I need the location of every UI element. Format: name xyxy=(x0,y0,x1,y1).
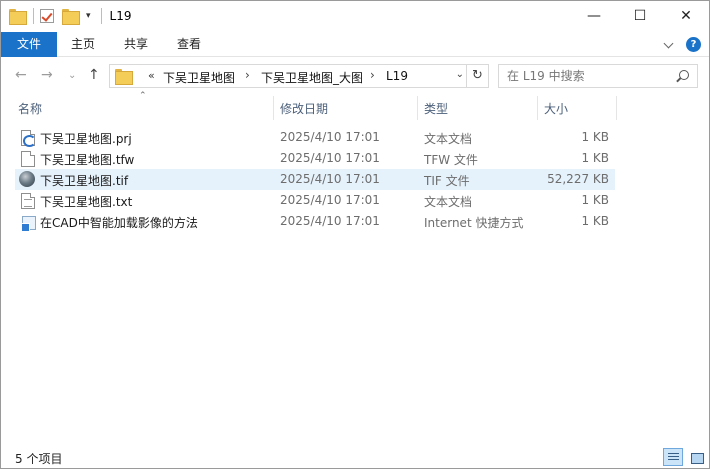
file-row[interactable]: 下吴卫星地图.tfw 2025/4/10 17:01 TFW 文件 1 KB xyxy=(15,148,615,169)
new-folder-icon[interactable] xyxy=(62,9,80,25)
window-title: L19 xyxy=(109,9,132,23)
file-explorer-window: ▾ L19 — ☐ ✕ 文件 主页 共享 查看 ? ← → ⌄ ↑ « 下吴卫星… xyxy=(0,0,710,469)
file-type: 文本文档 xyxy=(424,132,473,146)
large-icons-view-icon[interactable] xyxy=(686,448,706,466)
file-size: 1 KB xyxy=(581,151,609,165)
help-icon[interactable]: ? xyxy=(686,37,701,52)
address-dropdown-icon[interactable]: ⌄ xyxy=(456,69,464,80)
file-type: TIF 文件 xyxy=(424,174,470,188)
details-view-icon[interactable] xyxy=(663,448,683,466)
recent-locations-chevron-icon[interactable]: ⌄ xyxy=(68,70,76,81)
forward-arrow-icon[interactable]: → xyxy=(41,67,53,83)
column-header-size[interactable]: 大小 xyxy=(544,100,568,117)
column-divider[interactable] xyxy=(537,96,538,120)
breadcrumb-item[interactable]: 下吴卫星地图 xyxy=(163,69,235,86)
status-bar: 5 个项目 xyxy=(1,446,709,468)
file-size: 1 KB xyxy=(581,193,609,207)
text-file-icon xyxy=(21,193,35,209)
file-row[interactable]: 下吴卫星地图.prj 2025/4/10 17:01 文本文档 1 KB xyxy=(15,127,615,148)
file-name: 在CAD中智能加载影像的方法 xyxy=(40,216,198,230)
file-date: 2025/4/10 17:01 xyxy=(280,193,380,207)
tab-view[interactable]: 查看 xyxy=(177,32,201,57)
blank-file-icon xyxy=(21,151,35,167)
column-header-name[interactable]: 名称 xyxy=(18,100,42,117)
internet-shortcut-icon xyxy=(21,214,36,232)
file-size: 52,227 KB xyxy=(547,172,609,186)
search-box[interactable] xyxy=(498,64,698,88)
ribbon-right-controls: ? xyxy=(662,37,701,52)
window-controls: — ☐ ✕ xyxy=(571,1,709,31)
quick-access-toolbar: ▾ L19 xyxy=(9,8,132,25)
breadcrumb-item-current[interactable]: L19 xyxy=(386,69,408,83)
column-divider[interactable] xyxy=(616,96,617,120)
file-row-selected[interactable]: 下吴卫星地图.tif 2025/4/10 17:01 TIF 文件 52,227… xyxy=(15,169,615,190)
ribbon-tabs: 文件 主页 共享 查看 ? xyxy=(1,32,709,57)
column-header-type[interactable]: 类型 xyxy=(424,100,448,117)
sort-indicator-icon: ⌃ xyxy=(139,91,147,101)
column-headers: ⌃ 名称 修改日期 类型 大小 xyxy=(1,91,709,120)
file-row[interactable]: 在CAD中智能加载影像的方法 2025/4/10 17:01 Internet … xyxy=(15,211,615,232)
minimize-button[interactable]: — xyxy=(571,1,617,31)
file-type: 文本文档 xyxy=(424,195,473,209)
file-name: 下吴卫星地图.tif xyxy=(40,174,129,188)
column-header-date[interactable]: 修改日期 xyxy=(280,100,328,117)
file-row[interactable]: 下吴卫星地图.txt 2025/4/10 17:01 文本文档 1 KB xyxy=(15,190,615,211)
tab-home[interactable]: 主页 xyxy=(71,32,95,57)
properties-check-icon[interactable] xyxy=(40,9,54,23)
globe-icon xyxy=(19,171,35,187)
back-arrow-icon[interactable]: ← xyxy=(15,67,27,83)
file-name: 下吴卫星地图.tfw xyxy=(40,153,135,167)
breadcrumb-separator-icon[interactable]: › xyxy=(370,68,375,82)
breadcrumb-item[interactable]: 下吴卫星地图_大图 xyxy=(261,69,363,86)
folder-icon xyxy=(9,9,27,25)
close-button[interactable]: ✕ xyxy=(663,1,709,31)
column-divider[interactable] xyxy=(273,96,274,120)
file-date: 2025/4/10 17:01 xyxy=(280,172,380,186)
toolbar-divider xyxy=(33,8,34,24)
prj-file-icon xyxy=(21,130,36,147)
expand-ribbon-chevron-icon[interactable] xyxy=(662,38,676,52)
title-bar: ▾ L19 — ☐ ✕ xyxy=(1,1,709,32)
customize-toolbar-dropdown-icon[interactable]: ▾ xyxy=(86,11,91,21)
title-divider xyxy=(100,8,102,24)
file-date: 2025/4/10 17:01 xyxy=(280,214,380,228)
tab-file[interactable]: 文件 xyxy=(1,32,57,57)
column-divider[interactable] xyxy=(417,96,418,120)
file-type: Internet 快捷方式 xyxy=(424,216,524,230)
search-input[interactable] xyxy=(507,66,667,86)
tab-share[interactable]: 共享 xyxy=(124,32,148,57)
file-type: TFW 文件 xyxy=(424,153,478,167)
file-size: 1 KB xyxy=(581,130,609,144)
address-bar[interactable]: « 下吴卫星地图 › 下吴卫星地图_大图 › L19 ⌄ xyxy=(109,64,467,88)
search-icon[interactable] xyxy=(679,70,689,80)
item-count: 5 个项目 xyxy=(15,452,63,466)
breadcrumb-overflow[interactable]: « xyxy=(148,69,155,82)
file-date: 2025/4/10 17:01 xyxy=(280,130,380,144)
navigation-bar: ← → ⌄ ↑ « 下吴卫星地图 › 下吴卫星地图_大图 › L19 ⌄ ↻ xyxy=(1,58,709,94)
file-size: 1 KB xyxy=(581,214,609,228)
maximize-button[interactable]: ☐ xyxy=(617,1,663,31)
address-folder-icon xyxy=(115,69,133,85)
file-name: 下吴卫星地图.txt xyxy=(40,195,133,209)
refresh-icon[interactable]: ↻ xyxy=(467,64,489,88)
breadcrumb-separator-icon[interactable]: › xyxy=(245,68,250,82)
file-date: 2025/4/10 17:01 xyxy=(280,151,380,165)
file-name: 下吴卫星地图.prj xyxy=(40,132,132,146)
up-arrow-icon[interactable]: ↑ xyxy=(88,67,100,83)
